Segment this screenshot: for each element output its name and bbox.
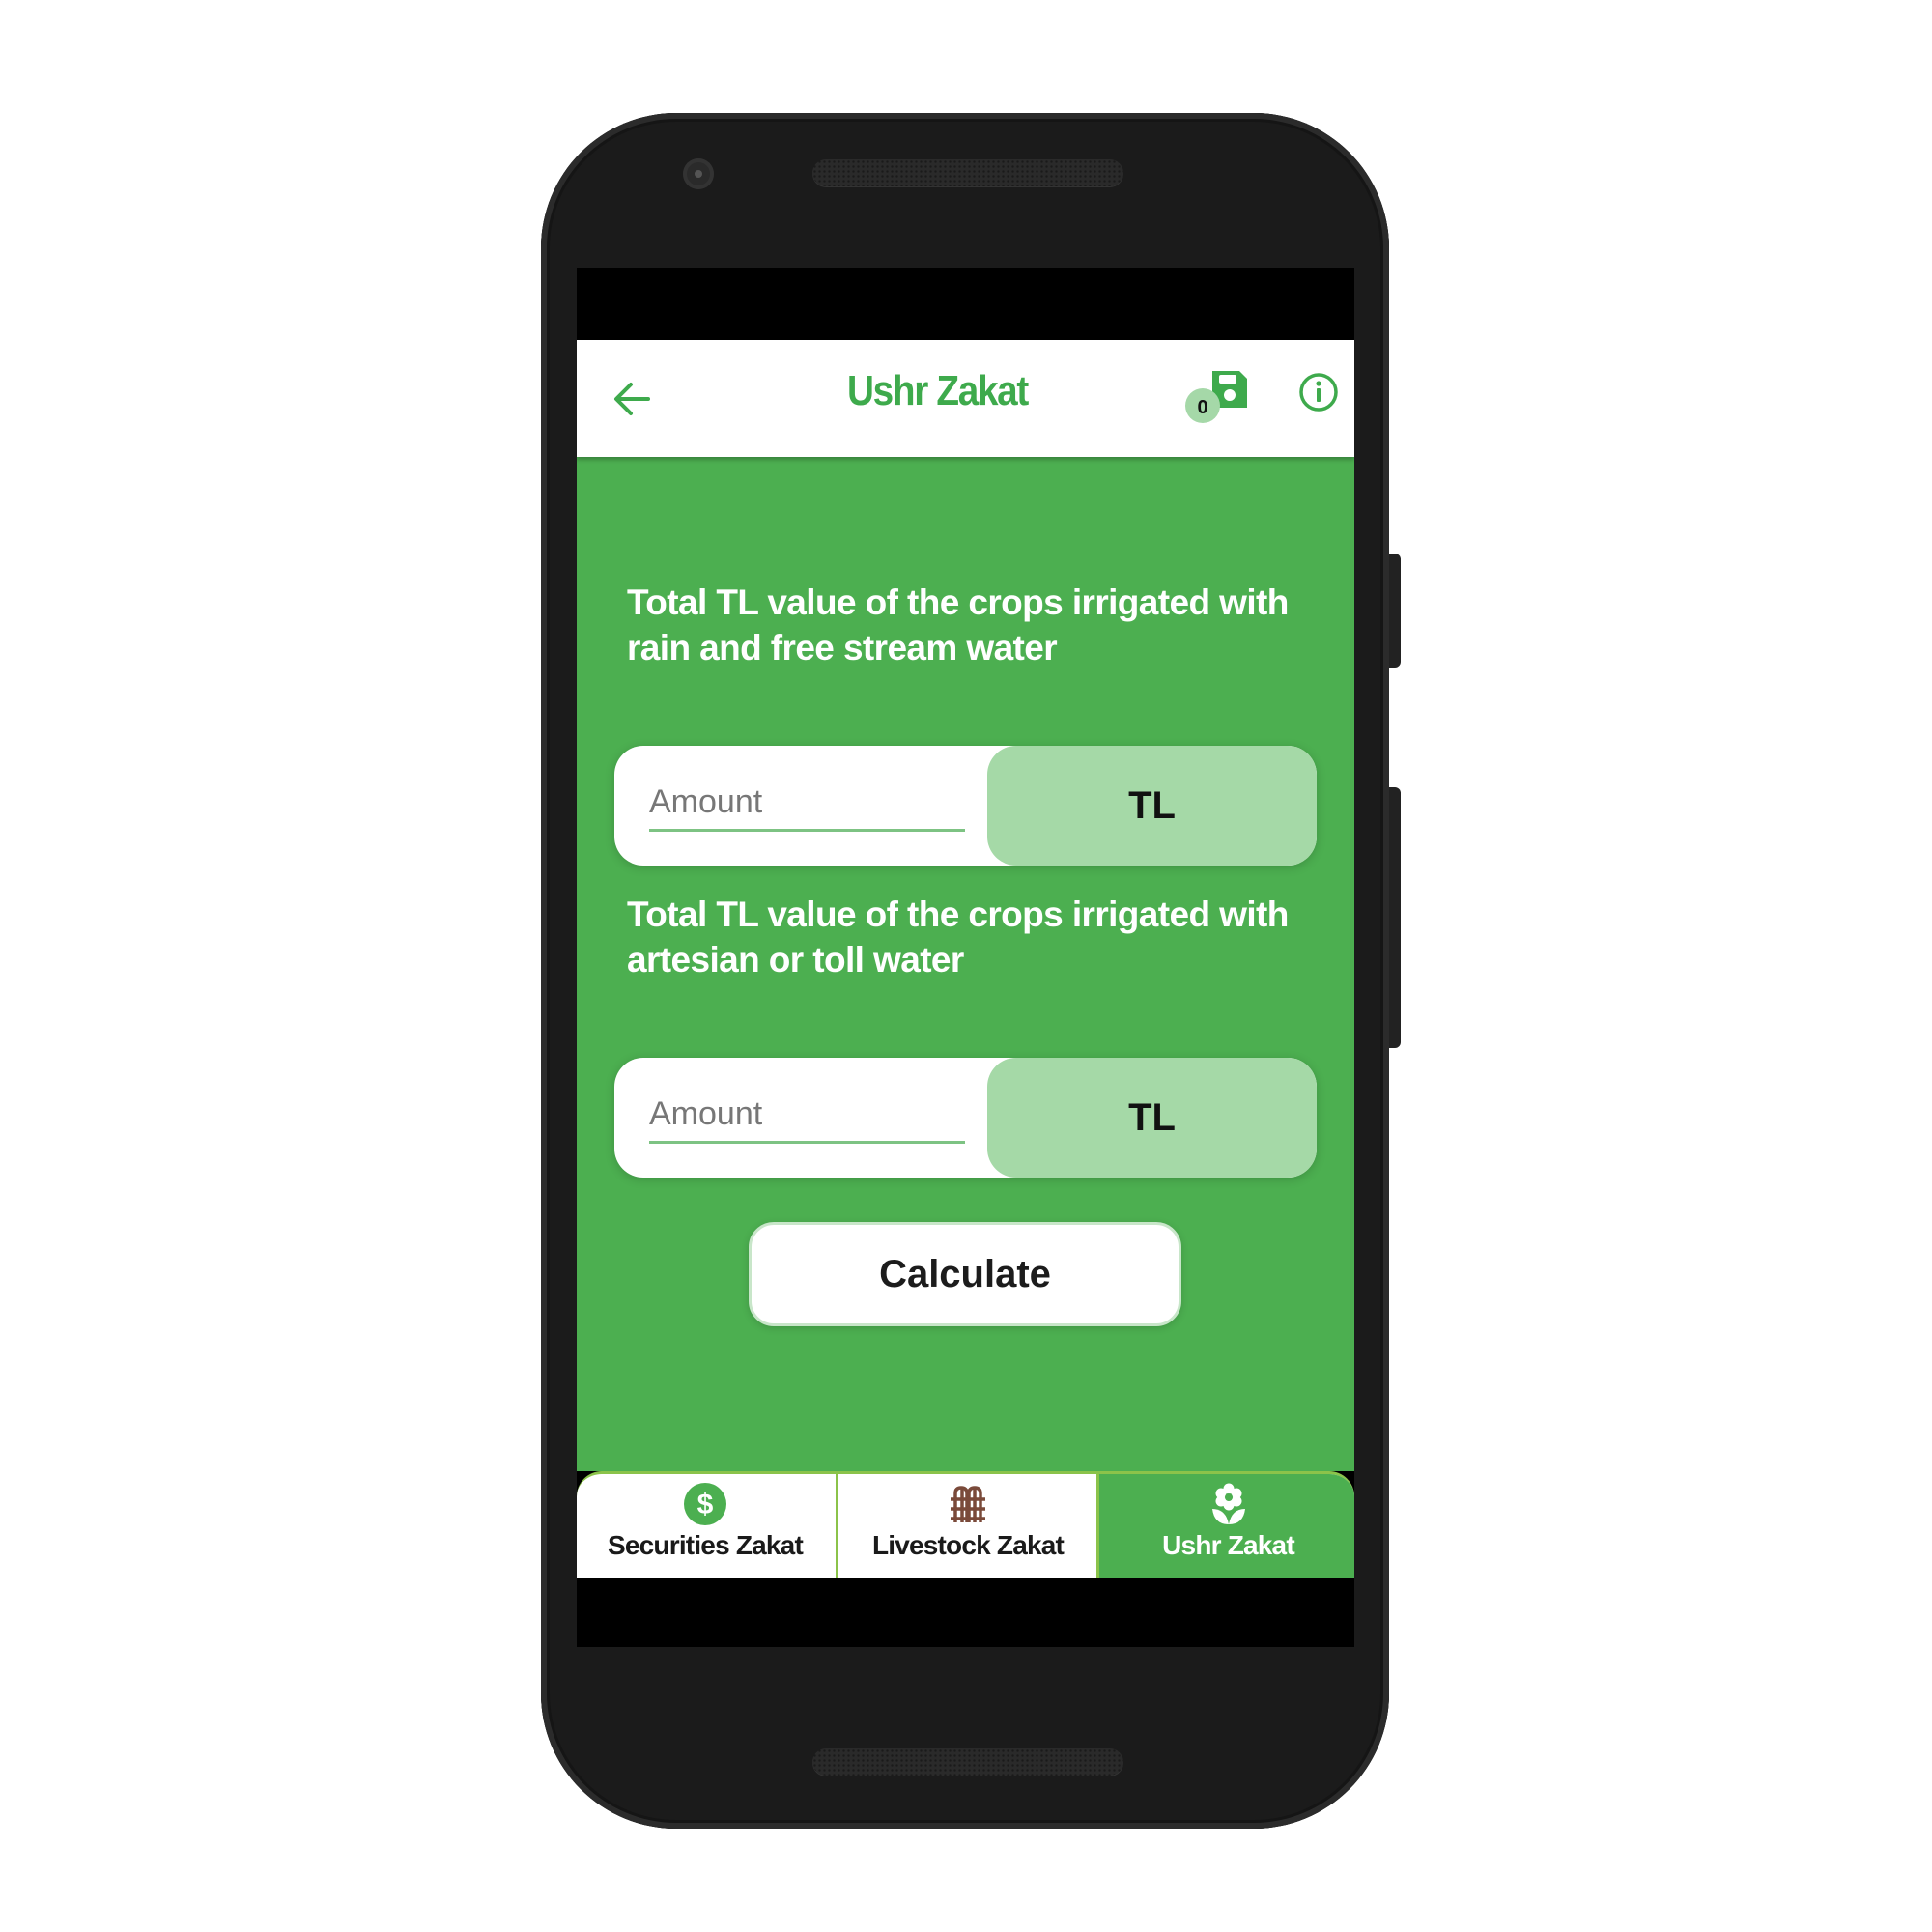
tab-ushr-zakat[interactable]: Ushr Zakat — [1096, 1474, 1354, 1578]
flower-plant-icon — [1211, 1483, 1245, 1524]
bottom-speaker — [812, 1748, 1123, 1776]
fence-icon — [951, 1486, 985, 1522]
info-button[interactable] — [1297, 371, 1340, 413]
rain-water-label: Total TL value of the crops irrigated wi… — [627, 582, 1289, 668]
rain-water-currency-selector[interactable]: TL — [987, 746, 1317, 866]
status-bar — [577, 268, 1354, 340]
tab-label: Securities Zakat — [608, 1530, 804, 1560]
artesian-water-amount-field: TL — [614, 1058, 1317, 1178]
phone-screen: Ushr Zakat 0 Total TL value of the crops… — [577, 268, 1354, 1647]
earpiece-speaker — [812, 159, 1123, 186]
page-title: Ushr Zakat — [847, 367, 1029, 414]
calculator-content: Total TL value of the crops irrigated wi… — [577, 457, 1354, 1471]
tab-livestock-zakat[interactable]: Livestock Zakat — [836, 1474, 1097, 1578]
front-camera — [683, 158, 714, 189]
saved-calculations-button[interactable]: 0 — [1185, 369, 1253, 427]
volume-button — [1389, 787, 1401, 1048]
rain-water-amount-field: TL — [614, 746, 1317, 866]
dollar-circle-icon: $ — [684, 1483, 726, 1525]
app-bar: Ushr Zakat 0 — [577, 340, 1354, 457]
svg-text:$: $ — [697, 1489, 714, 1520]
tab-securities-zakat[interactable]: $ Securities Zakat — [577, 1474, 834, 1578]
rain-water-amount-input[interactable] — [649, 775, 965, 832]
tab-label: Ushr Zakat — [1162, 1530, 1295, 1560]
artesian-water-label: Total TL value of the crops irrigated wi… — [627, 895, 1289, 980]
calculate-button[interactable]: Calculate — [749, 1222, 1181, 1326]
bottom-navigation: $ Securities Zakat Livestock Zakat Ushr … — [577, 1471, 1354, 1578]
tab-label: Livestock Zakat — [871, 1530, 1065, 1560]
power-button — [1389, 554, 1401, 668]
artesian-water-amount-input[interactable] — [649, 1087, 965, 1144]
system-navigation-bar — [577, 1576, 1354, 1647]
artesian-water-currency-selector[interactable]: TL — [987, 1058, 1317, 1178]
saved-count-badge: 0 — [1185, 388, 1220, 423]
info-circle-icon — [1299, 373, 1338, 412]
